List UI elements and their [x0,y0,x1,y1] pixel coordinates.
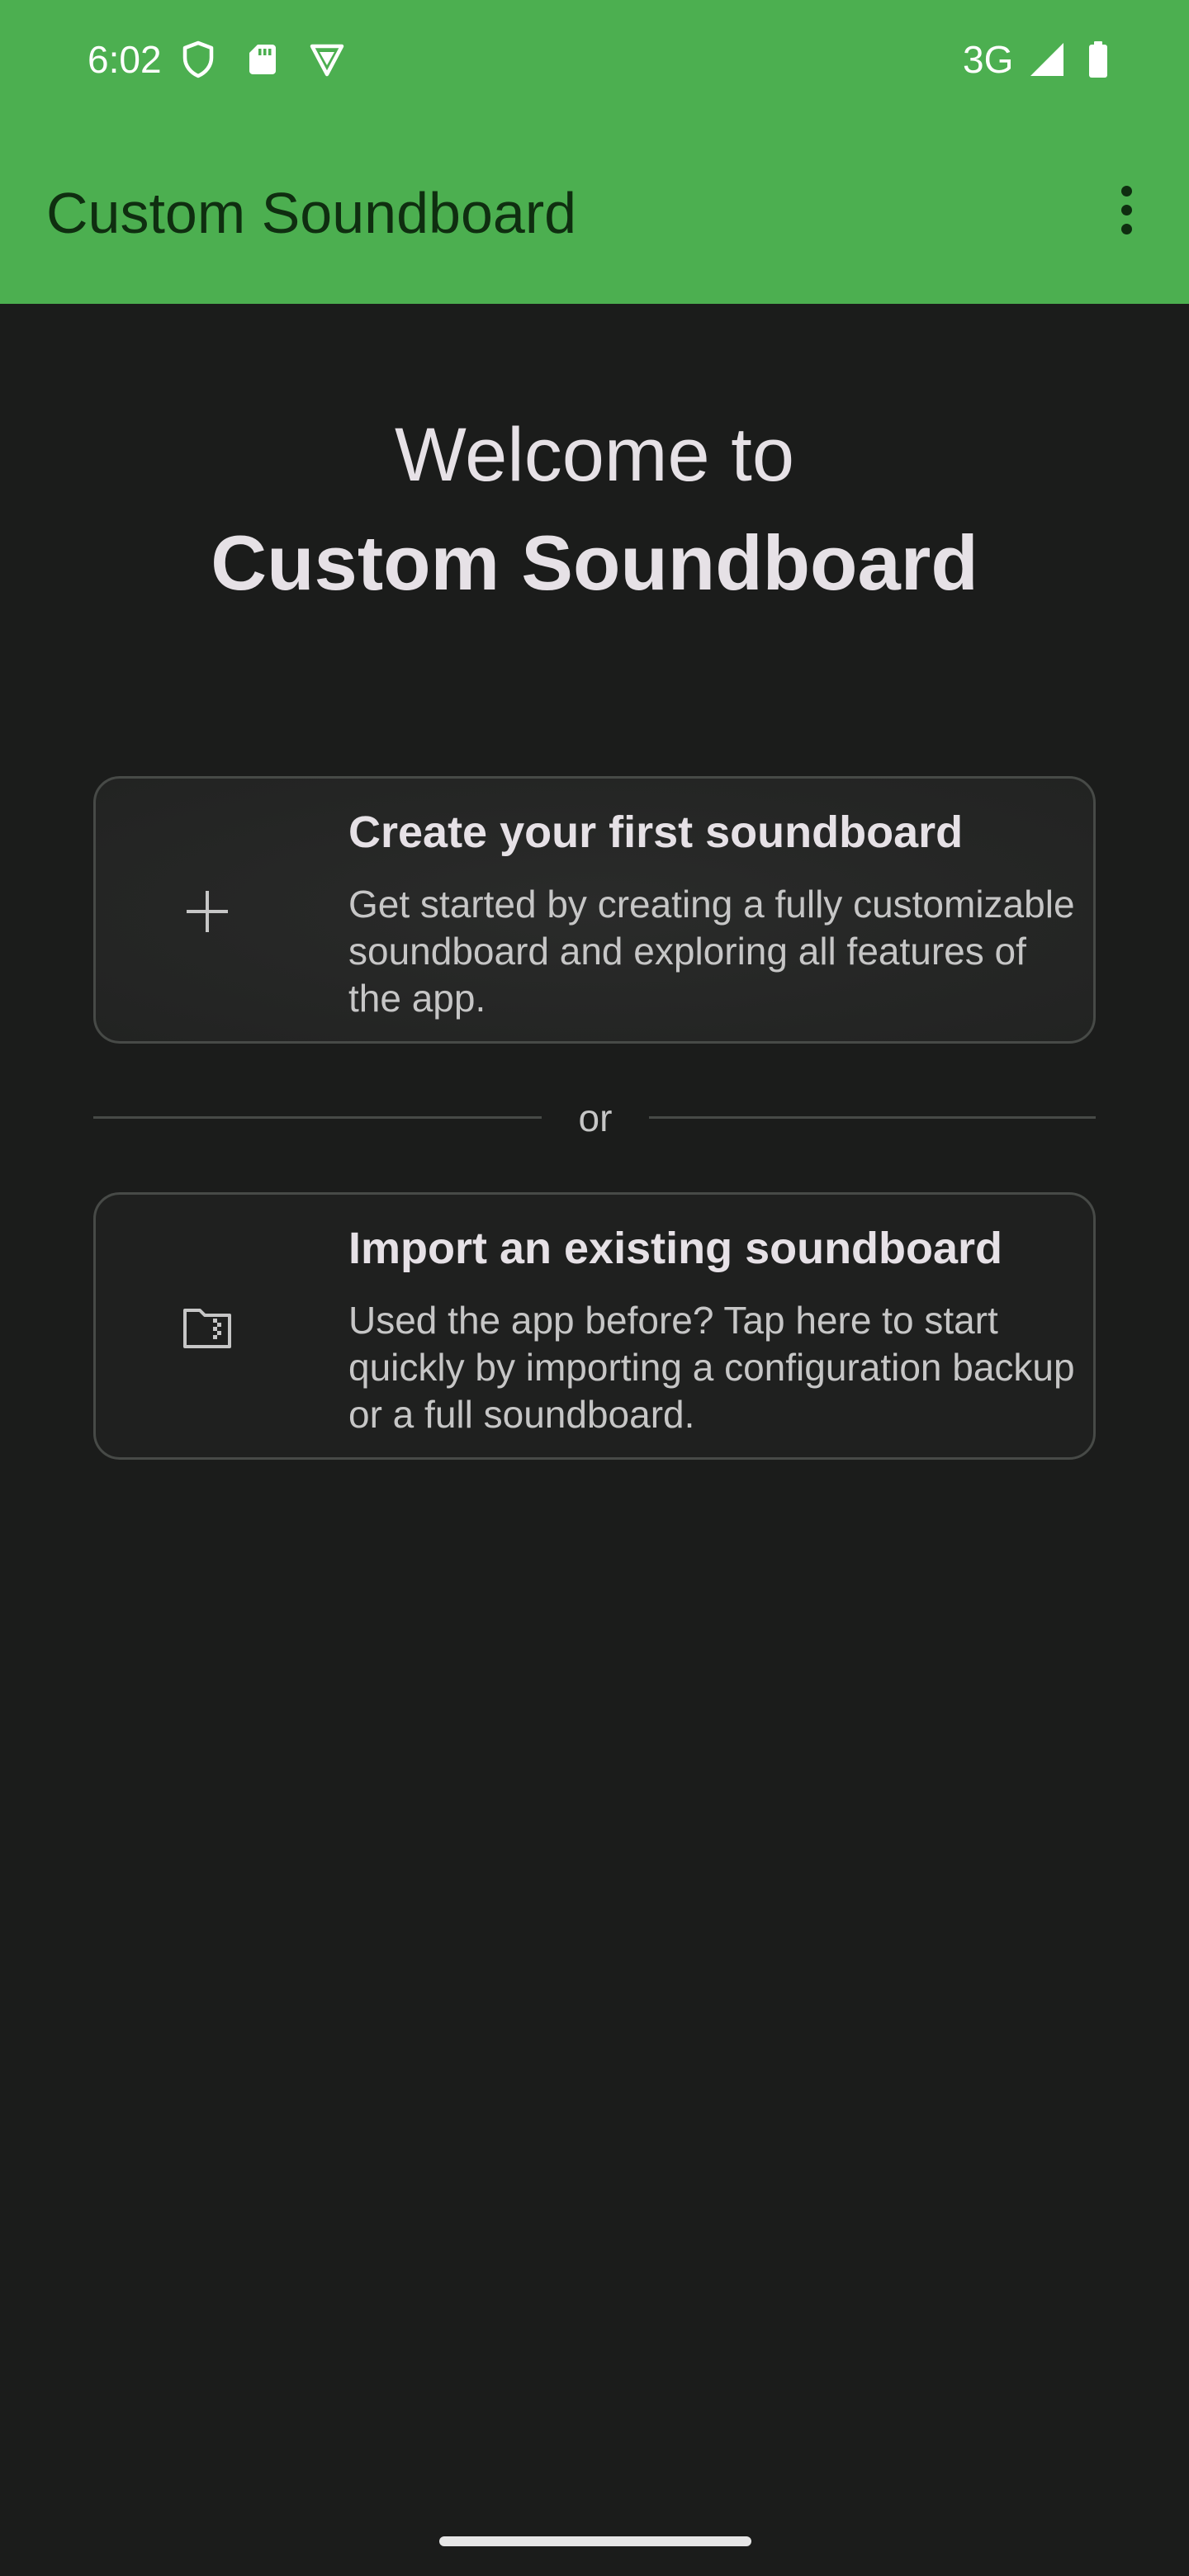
divider-line-right [649,1116,1096,1119]
shield-icon [182,40,214,78]
plus-icon [187,891,228,932]
more-vert-icon-dot [1120,223,1132,234]
import-card-description: Used the app before? Tap here to start q… [348,1299,1075,1436]
toolbar-title: Custom Soundboard [46,181,577,245]
folder-zip-icon [183,1309,231,1348]
create-card-description: Get started by creating a fully customiz… [348,883,1075,1020]
divider-label: or [578,1096,613,1139]
create-soundboard-card[interactable]: Create your first soundboard Get started… [93,776,1096,1044]
create-card-title: Create your first soundboard [348,807,964,857]
more-options-button[interactable] [1092,175,1161,244]
vpn-icon [310,44,344,77]
battery-icon [1089,41,1107,78]
app-name-heading: Custom Soundboard [211,519,978,606]
signal-icon [1030,43,1063,76]
divider-line-left [93,1116,542,1119]
network-type: 3G [963,38,1014,81]
import-soundboard-card[interactable]: Import an existing soundboard Used the a… [93,1192,1096,1460]
import-card-title: Import an existing soundboard [348,1224,1003,1273]
more-vert-icon [1120,185,1132,197]
navigation-gesture-bar[interactable] [439,2536,751,2546]
status-bar: 6:02 3G [0,0,1189,117]
app-header: 6:02 3G Custom Soundboard [0,0,1189,304]
status-time: 6:02 [88,38,162,81]
more-vert-icon-dot [1120,204,1132,215]
sd-card-icon [249,45,276,74]
welcome-heading: Welcome to [394,413,795,497]
